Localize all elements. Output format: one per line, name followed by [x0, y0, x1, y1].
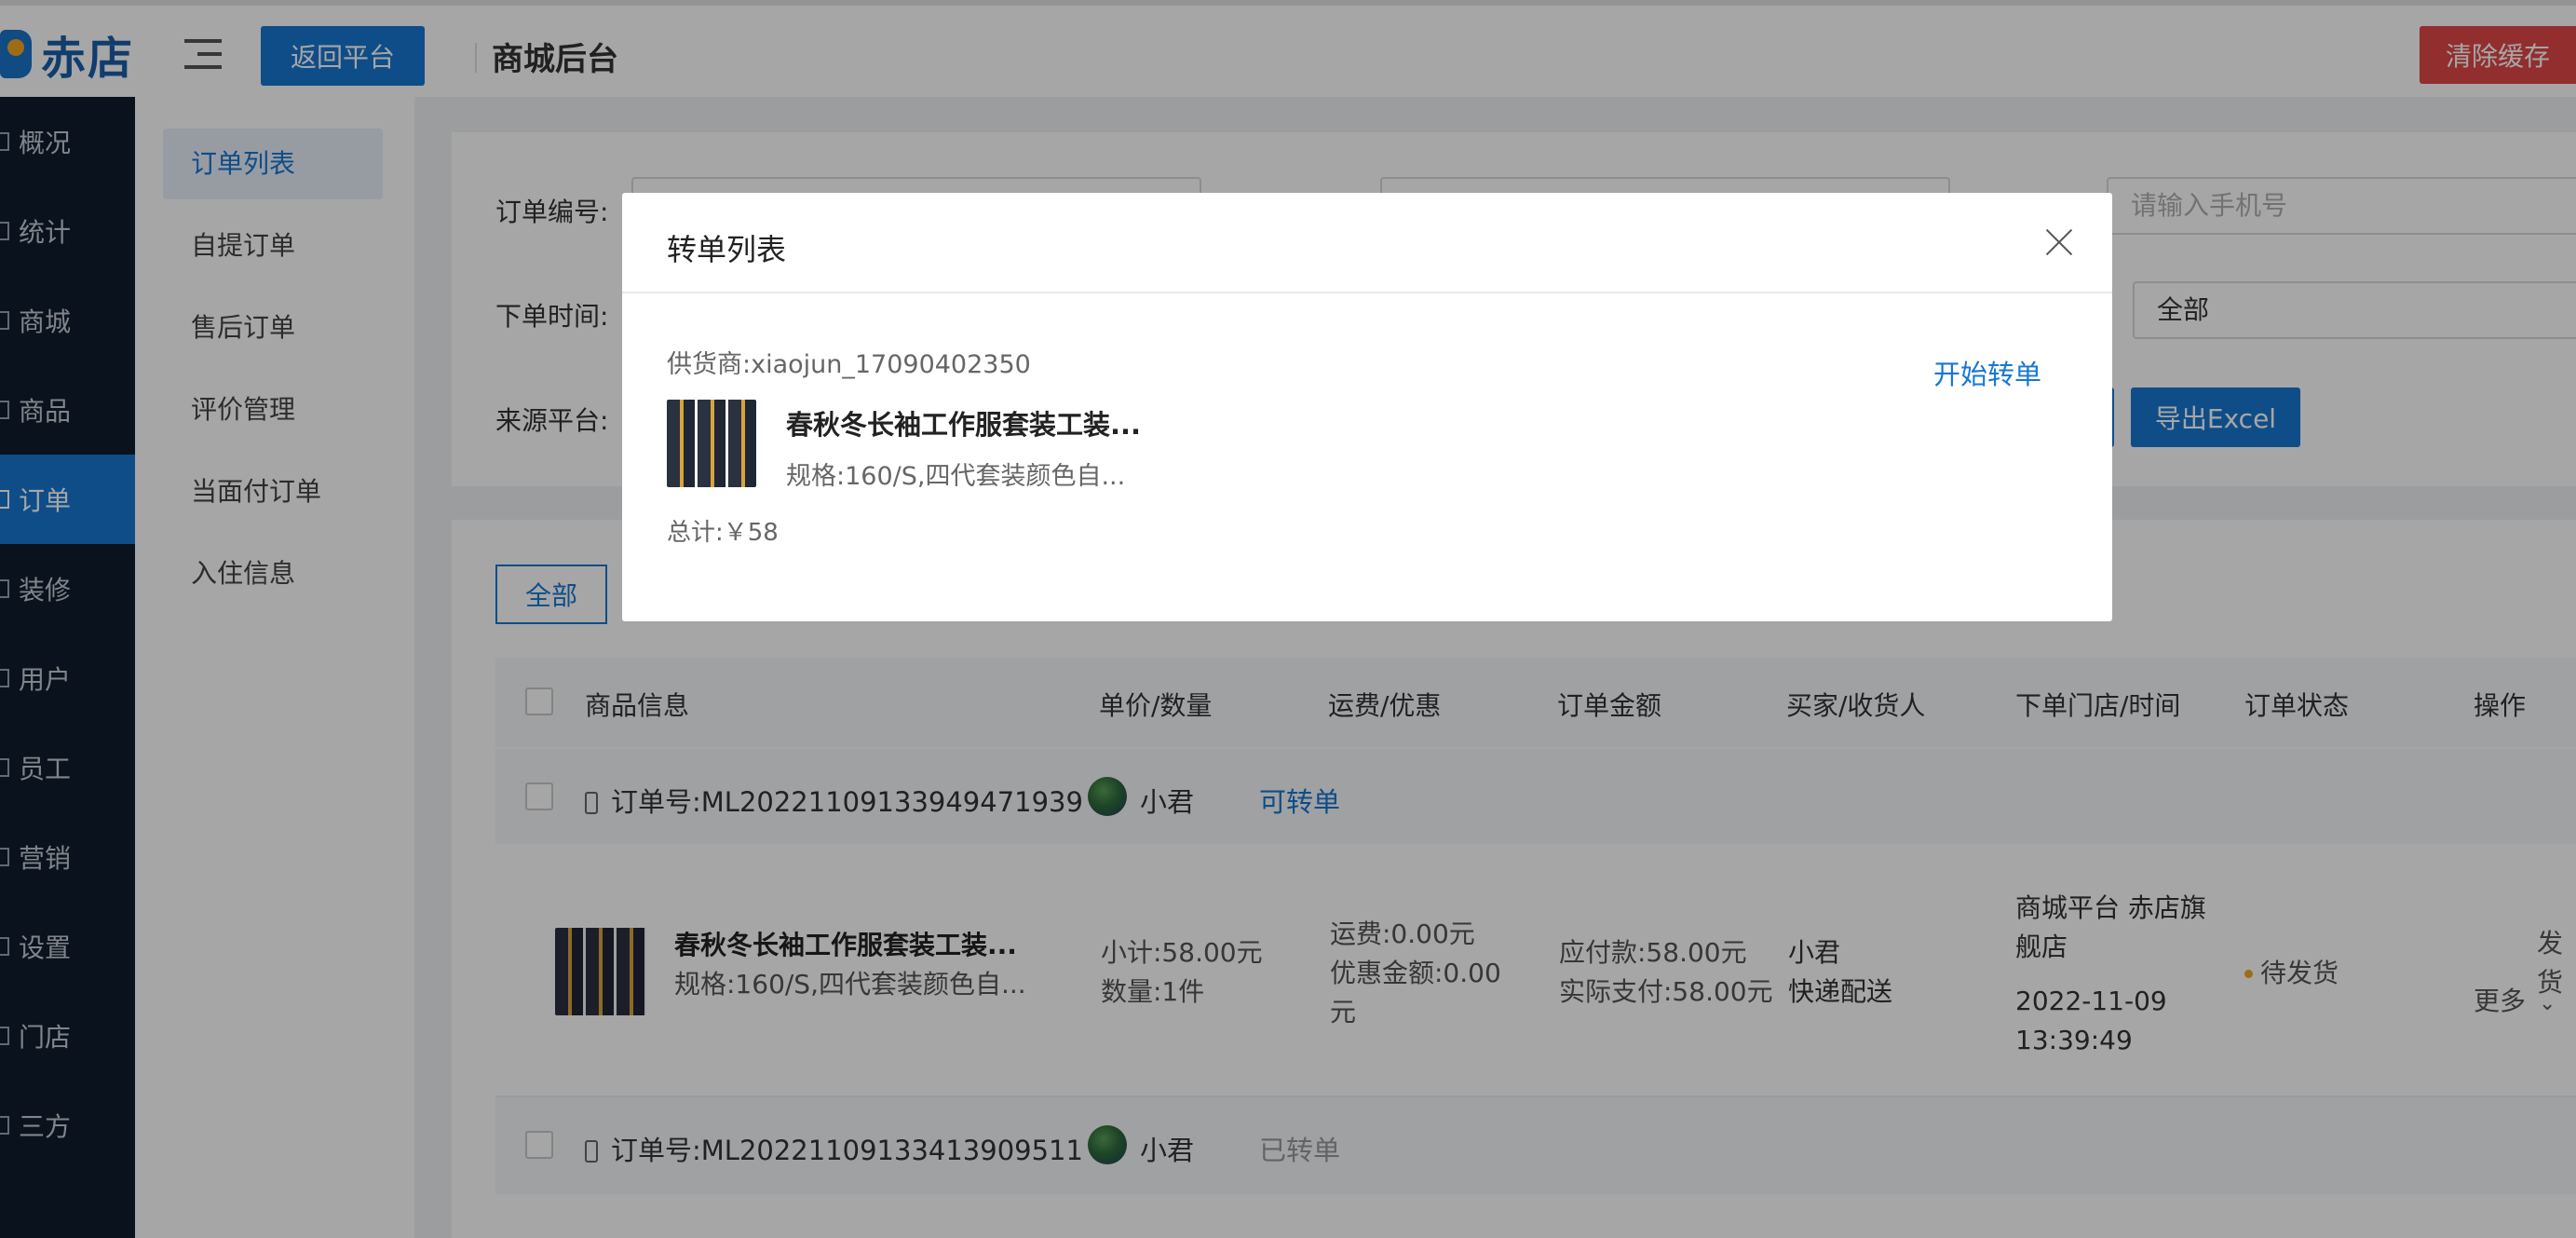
modal-total: 总计:￥58: [667, 519, 779, 547]
close-icon[interactable]: [2043, 226, 2075, 258]
supplier-label: 供货商:xiaojun_17090402350: [667, 350, 1031, 379]
modal-product-spec: 规格:160/S,四代套装颜色自...: [786, 462, 1126, 491]
modal-product-name: 春秋冬长袖工作服套装工装...: [786, 409, 1142, 441]
modal-header: 转单列表: [622, 193, 2112, 293]
product-thumbnail: [667, 400, 756, 487]
start-transfer-button[interactable]: 开始转单: [1933, 353, 2041, 392]
transfer-list-modal: 转单列表 供货商:xiaojun_17090402350 开始转单 春秋冬长袖工…: [622, 193, 2112, 621]
modal-title: 转单列表: [667, 232, 787, 267]
